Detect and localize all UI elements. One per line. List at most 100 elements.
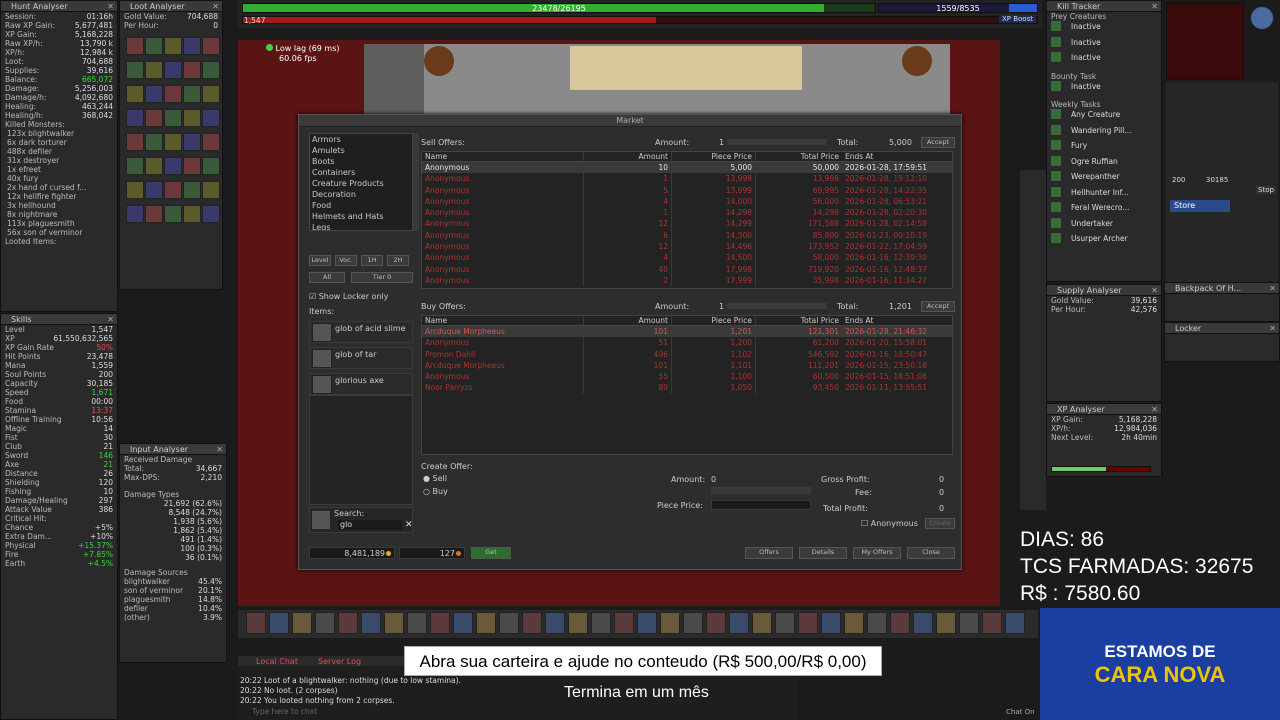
close-icon[interactable]: ✕	[216, 444, 223, 455]
search-input[interactable]: glo	[338, 520, 402, 530]
hotkey-slot[interactable]	[315, 612, 335, 634]
loot-item-icon[interactable]	[164, 205, 182, 223]
category-item[interactable]: Containers	[310, 167, 412, 178]
hotkey-slot[interactable]	[545, 612, 565, 634]
category-scrollbar[interactable]	[413, 133, 419, 231]
tracker-item[interactable]: Feral Werecro...	[1047, 202, 1161, 218]
tier-dropdown[interactable]: Tier 0	[351, 272, 413, 283]
show-locker-checkbox[interactable]: ☑ Show Locker only	[309, 292, 388, 301]
category-item[interactable]: Food	[310, 200, 412, 211]
hotkey-slot[interactable]	[821, 612, 841, 634]
hotkey-slot[interactable]	[660, 612, 680, 634]
tracker-item[interactable]: Inactive	[1047, 52, 1161, 68]
loot-item-icon[interactable]	[183, 109, 201, 127]
category-item[interactable]: Amulets	[310, 145, 412, 156]
column-header[interactable]: Total Price	[756, 152, 842, 161]
loot-item-icon[interactable]	[164, 61, 182, 79]
offer-row[interactable]: Anonymous 4 14,000 56,000 2026-01-28, 06:53:…	[422, 195, 952, 208]
hotkey-slot[interactable]	[890, 612, 910, 634]
hotkey-slot[interactable]	[775, 612, 795, 634]
footer-button[interactable]: Offers	[745, 547, 793, 559]
offer-row[interactable]: Arcduque Morpheeus 101 1,201 121,301 2026-01…	[422, 326, 952, 338]
offer-row[interactable]: Noor Parryzs 89 1,050 93,450 2026-01-11, 13:…	[422, 382, 952, 394]
supply-analyser-title[interactable]: Supply Analyser ✕	[1047, 285, 1161, 296]
loot-item-icon[interactable]	[126, 205, 144, 223]
loot-item-icon[interactable]	[126, 37, 144, 55]
column-header[interactable]: Name	[422, 152, 584, 161]
skills-title[interactable]: Skills ✕	[1, 314, 117, 325]
column-header[interactable]: Amount	[584, 152, 672, 161]
buy-accept-button[interactable]: Accept	[921, 301, 955, 312]
offer-row[interactable]: Anonymous 5 13,999 69,995 2026-01-28, 14:22:…	[422, 184, 952, 196]
filter-button[interactable]: 2H	[387, 255, 409, 266]
tracker-item[interactable]: Inactive	[1047, 21, 1161, 37]
buy-radio[interactable]: ○ Buy	[423, 487, 448, 496]
hotkey-slot[interactable]	[936, 612, 956, 634]
loot-item-icon[interactable]	[202, 109, 220, 127]
hotkey-slot[interactable]	[292, 612, 312, 634]
hotkey-slot[interactable]	[637, 612, 657, 634]
column-header[interactable]: Ends At	[842, 316, 942, 325]
hotkey-slot[interactable]	[752, 612, 772, 634]
loot-item-icon[interactable]	[202, 133, 220, 151]
tracker-item[interactable]: Undertaker	[1047, 217, 1161, 234]
filter-button[interactable]: Voc.	[335, 255, 357, 266]
close-icon[interactable]: ✕	[107, 1, 114, 12]
hotkey-slot[interactable]	[338, 612, 358, 634]
loot-item-icon[interactable]	[183, 85, 201, 103]
loot-item-icon[interactable]	[164, 85, 182, 103]
all-dropdown[interactable]: All	[309, 272, 345, 283]
loot-item-icon[interactable]	[145, 109, 163, 127]
hotkey-slot[interactable]	[913, 612, 933, 634]
hotkey-slot[interactable]	[798, 612, 818, 634]
offer-row[interactable]: Anonymous 55 1,100 60,500 2026-01-15, 18:51:…	[422, 371, 952, 383]
store-button[interactable]: Store	[1170, 200, 1230, 212]
column-header[interactable]: Name	[422, 316, 584, 325]
loot-item-icon[interactable]	[202, 85, 220, 103]
stop-button[interactable]: Stop	[1256, 186, 1276, 194]
hotkey-slot[interactable]	[867, 612, 887, 634]
close-icon[interactable]: ✕	[1269, 283, 1276, 294]
locker-title[interactable]: Locker ✕	[1165, 323, 1279, 334]
xp-analyser-title[interactable]: XP Analyser ✕	[1047, 404, 1161, 415]
loot-item-icon[interactable]	[126, 181, 144, 199]
sell-amount-slider[interactable]	[727, 139, 827, 145]
buy-amount-slider[interactable]	[727, 303, 827, 309]
tracker-item[interactable]: Wandering Pill...	[1047, 124, 1161, 141]
hotkey-slot[interactable]	[407, 612, 427, 634]
offer-row[interactable]: Anonymous 51 1,200 61,200 2026-01-20, 15:58:…	[422, 337, 952, 349]
hotkey-slot[interactable]	[683, 612, 703, 634]
column-header[interactable]: Amount	[584, 316, 672, 325]
column-header[interactable]: Ends At	[842, 152, 942, 161]
loot-item-icon[interactable]	[126, 109, 144, 127]
tab-server-log[interactable]: Server Log	[318, 657, 361, 666]
loot-item-icon[interactable]	[126, 85, 144, 103]
anonymous-checkbox[interactable]: ☐ Anonymous	[861, 519, 918, 528]
category-item[interactable]: Decoration	[310, 189, 412, 200]
loot-item-icon[interactable]	[145, 181, 163, 199]
market-item[interactable]: glob of acid slime	[309, 321, 413, 343]
offer-row[interactable]: Promon Dahil 496 1,102 546,592 2026-01-16, 1…	[422, 348, 952, 360]
close-icon[interactable]: ✕	[212, 1, 219, 12]
close-icon[interactable]: ✕	[1269, 323, 1276, 334]
hotkey-slot[interactable]	[246, 612, 266, 634]
loot-item-icon[interactable]	[126, 133, 144, 151]
hotkey-slot[interactable]	[522, 612, 542, 634]
loot-item-icon[interactable]	[202, 61, 220, 79]
hotkey-slot[interactable]	[591, 612, 611, 634]
category-item[interactable]: Legs	[310, 222, 412, 230]
loot-item-icon[interactable]	[164, 37, 182, 55]
offer-row[interactable]: Anonymous 4 14,500 58,000 2026-01-16, 12:39:…	[422, 252, 952, 264]
offer-row[interactable]: Anonymous 6 14,300 85,800 2026-01-23, 00:10:…	[422, 229, 952, 242]
hotkey-slot[interactable]	[361, 612, 381, 634]
loot-item-icon[interactable]	[183, 181, 201, 199]
loot-item-icon[interactable]	[183, 133, 201, 151]
loot-item-icon[interactable]	[145, 37, 163, 55]
loot-item-icon[interactable]	[183, 157, 201, 175]
loot-item-icon[interactable]	[145, 133, 163, 151]
loot-item-icon[interactable]	[126, 61, 144, 79]
loot-item-icon[interactable]	[202, 205, 220, 223]
offer-row[interactable]: Anonymous 1 14,298 14,298 2026-01-28, 02:20:…	[422, 207, 952, 219]
create-offer-button[interactable]: Create	[925, 518, 955, 529]
filter-button[interactable]: 1H	[361, 255, 383, 266]
